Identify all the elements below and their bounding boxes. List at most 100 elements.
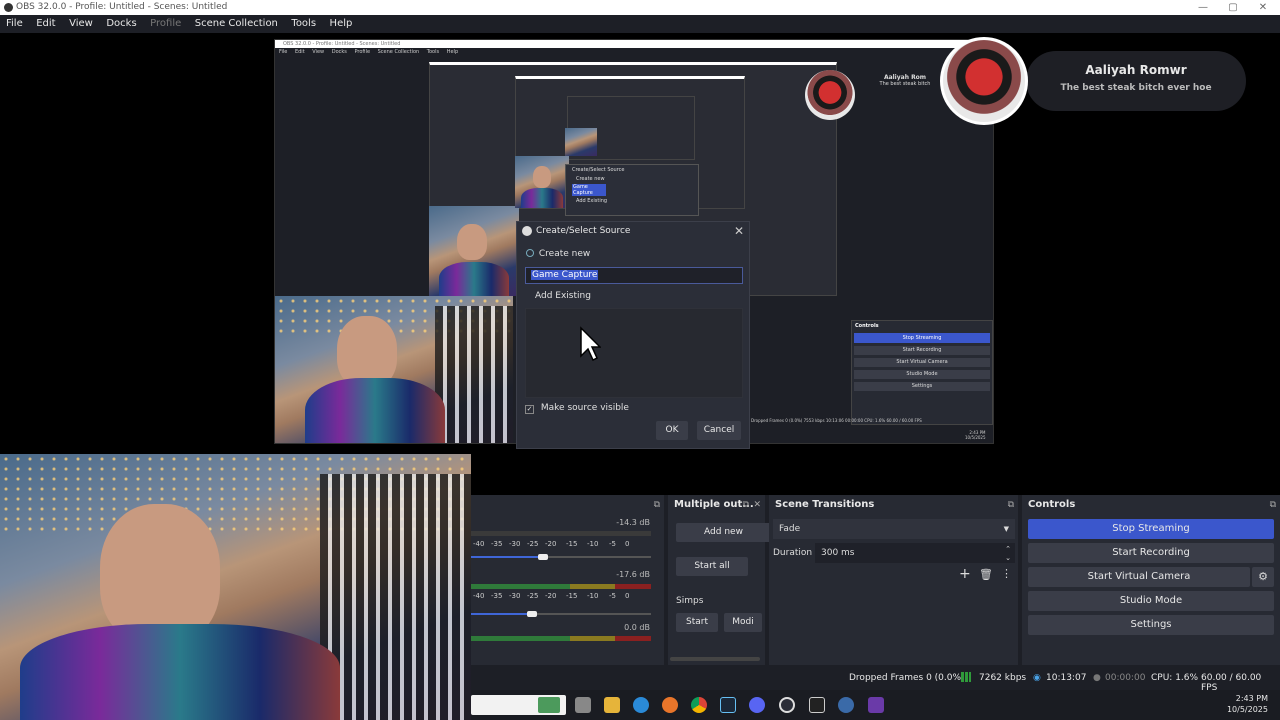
dock-close-icon[interactable]: ✕ (753, 495, 761, 515)
source-name-input[interactable]: Game Capture (525, 267, 743, 284)
dialog-titlebar: Create/Select Source ✕ (517, 222, 749, 240)
firefox-icon[interactable] (662, 697, 678, 713)
ok-button[interactable]: OK (656, 421, 688, 440)
window-titlebar: OBS 32.0.0 - Profile: Untitled - Scenes:… (0, 0, 1280, 15)
taskbar: 2:43 PM 10/5/2025 (471, 690, 1280, 720)
overlay-name-card: Aaliyah Romwr The best steak bitch ever … (1026, 51, 1246, 111)
stop-streaming-button[interactable]: Stop Streaming (1028, 519, 1274, 539)
dialog-title: Create/Select Source (536, 226, 631, 236)
nested-controls-dock: Controls Stop Streaming Start Recording … (851, 320, 993, 425)
streamlabs-icon[interactable] (868, 697, 884, 713)
scene-transitions-dock: Scene Transitions ⧉ Fade ▼ Duration 300 … (769, 495, 1018, 665)
epic-games-icon[interactable] (809, 697, 825, 713)
overlay-subtitle: The best steak bitch ever hoe (1060, 83, 1212, 93)
nested-webcam-4 (565, 128, 597, 156)
horizontal-scrollbar[interactable] (670, 657, 760, 661)
dock-float-icon[interactable]: ⧉ (743, 495, 749, 515)
track1-meter (471, 531, 651, 536)
file-explorer-icon[interactable] (604, 697, 620, 713)
settings-button[interactable]: Settings (1028, 615, 1274, 635)
track2-slider-fill (471, 613, 533, 615)
close-window-button[interactable]: ✕ (1252, 0, 1274, 15)
menu-bar: File Edit View Docks Profile Scene Colle… (0, 15, 1280, 33)
menu-file[interactable]: File (2, 15, 27, 33)
nested-dialog-existing: Add Existing (576, 198, 608, 204)
nested-webcam-2 (429, 206, 519, 296)
scale-tick: -30 (509, 592, 521, 600)
start-recording-button[interactable]: Start Recording (1028, 543, 1274, 563)
existing-sources-list[interactable] (525, 308, 743, 398)
chevron-down-icon: ▼ (1003, 525, 1009, 533)
nested-menu-bar: File Edit View Docks Profile Scene Colle… (275, 48, 993, 56)
create-new-radio[interactable]: Create new (526, 249, 590, 259)
add-new-output-button[interactable]: Add new (676, 523, 771, 542)
docks-area: ⧉ -14.3 dB -40 -35 -30 -25 -20 -15 -10 -… (471, 495, 1280, 665)
modify-output-button[interactable]: Modi (724, 613, 762, 632)
track1-slider-knob[interactable] (538, 554, 548, 560)
menu-tools[interactable]: Tools (287, 15, 320, 33)
add-transition-icon[interactable]: + (959, 566, 971, 582)
app-icon[interactable] (838, 697, 854, 713)
mouse-cursor-icon (580, 326, 601, 362)
nested-clock: 2:43 PM 10/5/2025 (965, 430, 986, 440)
nested-webcam-1 (275, 296, 513, 443)
gear-icon[interactable]: ⚙ (1252, 567, 1274, 587)
nested-overlay-name: Aaliyah Rom (883, 74, 927, 81)
discord-icon[interactable] (749, 697, 765, 713)
record-icon: ● (1093, 673, 1101, 683)
steam-icon[interactable] (720, 697, 736, 713)
multiple-output-header: Multiple out... ⧉ ✕ (668, 495, 765, 515)
edge-icon[interactable] (633, 697, 649, 713)
obs-app-icon (4, 3, 13, 12)
nested-overlay-sub: The best steak bitch (879, 81, 931, 87)
start-output-button[interactable]: Start (676, 613, 718, 632)
chrome-icon[interactable] (691, 697, 707, 713)
duration-label: Duration (773, 548, 813, 558)
dock-float-icon[interactable]: ⧉ (654, 495, 660, 515)
transition-select[interactable]: Fade ▼ (773, 519, 1015, 539)
nested-stop-streaming: Stop Streaming (854, 333, 990, 343)
start-all-button[interactable]: Start all (676, 557, 748, 576)
taskbar-clock[interactable]: 2:43 PM 10/5/2025 (1227, 693, 1268, 715)
scale-tick: -25 (527, 540, 539, 548)
menu-scene-collection[interactable]: Scene Collection (191, 15, 282, 33)
dock-float-icon[interactable]: ⧉ (1270, 495, 1276, 515)
menu-docks[interactable]: Docks (102, 15, 140, 33)
nested-webcam-3 (515, 156, 569, 208)
scale-tick: -35 (491, 592, 503, 600)
menu-edit[interactable]: Edit (32, 15, 59, 33)
duration-spinbox[interactable]: 300 ms ⌃ ⌄ (815, 543, 1015, 563)
dialog-close-button[interactable]: ✕ (733, 222, 745, 240)
task-view-icon[interactable] (575, 697, 591, 713)
maximize-button[interactable]: ▢ (1222, 0, 1244, 15)
make-visible-checkbox[interactable]: ✓ Make source visible (525, 403, 629, 414)
more-options-icon[interactable]: ⋮ (1001, 567, 1012, 580)
menu-view[interactable]: View (65, 15, 97, 33)
track2-slider-knob[interactable] (527, 611, 538, 617)
track1-volume-slider[interactable] (471, 554, 651, 560)
search-highlight-icon (538, 697, 560, 713)
track2-volume-slider[interactable] (471, 611, 651, 617)
scale-tick: -40 (473, 540, 485, 548)
nested-dialog: Create/Select Source Create new Game Cap… (565, 164, 699, 216)
track3-meter (471, 636, 651, 641)
add-existing-radio[interactable]: Add Existing (535, 291, 591, 301)
minimize-button[interactable]: — (1192, 0, 1214, 15)
spin-down-icon[interactable]: ⌄ (1005, 548, 1011, 568)
checkmark-icon: ✓ (525, 405, 534, 414)
studio-mode-button[interactable]: Studio Mode (1028, 591, 1274, 611)
create-new-label: Create new (538, 249, 591, 259)
cancel-button[interactable]: Cancel (697, 421, 741, 440)
taskbar-search[interactable] (471, 695, 566, 715)
menu-profile[interactable]: Profile (146, 15, 185, 33)
nested-menu-item: Help (446, 49, 459, 55)
obs-taskbar-icon[interactable] (779, 697, 795, 713)
scale-tick: -10 (587, 540, 599, 548)
scale-tick: -5 (609, 592, 616, 600)
trash-icon[interactable]: 🗑 (979, 568, 993, 581)
start-virtual-camera-button[interactable]: Start Virtual Camera (1028, 567, 1250, 587)
menu-help[interactable]: Help (326, 15, 357, 33)
nested-dialog-title: Create/Select Source (572, 167, 625, 173)
nested-date: 10/5/2025 (965, 435, 986, 440)
dock-float-icon[interactable]: ⧉ (1008, 495, 1014, 515)
